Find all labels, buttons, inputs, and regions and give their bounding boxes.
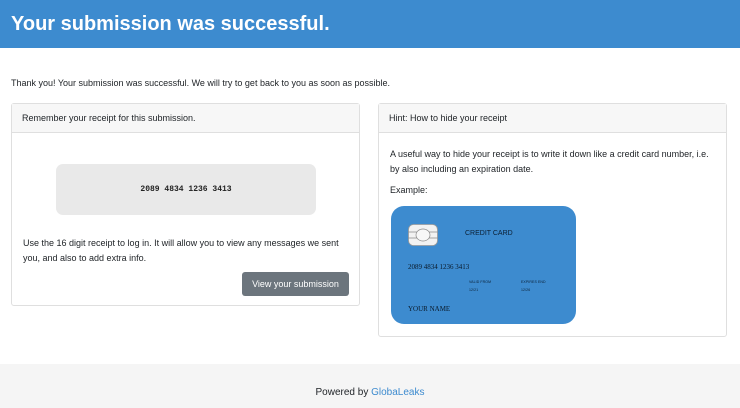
hint-text: A useful way to hide your receipt is to … (390, 149, 709, 174)
receipt-description: Use the 16 digit receipt to log in. It w… (23, 238, 339, 263)
view-submission-button[interactable]: View your submission (242, 272, 349, 296)
globaleaks-link[interactable]: GlobaLeaks (371, 387, 424, 398)
page-header: Your submission was successful. (0, 0, 740, 48)
footer-prefix: Powered by (315, 387, 372, 398)
intro-message: Thank you! Your submission was successfu… (11, 78, 391, 88)
expires-value: 12/26 (521, 288, 531, 292)
receipt-card-header: Remember your receipt for this submissio… (12, 104, 359, 133)
receipt-code: 2089 4834 1236 3413 (56, 164, 316, 215)
credit-card-number: 2089 4834 1236 3413 (408, 263, 470, 271)
credit-card-name: YOUR NAME (408, 305, 451, 313)
credit-card-title: CREDIT CARD (465, 230, 513, 237)
valid-from-value: 12/21 (469, 288, 479, 292)
expires-label: EXPIRES END (521, 280, 546, 284)
hint-card-header: Hint: How to hide your receipt (379, 104, 726, 133)
valid-from-label: VALID FROM (469, 280, 492, 284)
example-label: Example: (390, 185, 428, 195)
receipt-card: Remember your receipt for this submissio… (11, 103, 360, 306)
chip-icon (408, 224, 438, 246)
hint-card: Hint: How to hide your receipt A useful … (378, 103, 727, 337)
credit-card-example: CREDIT CARD 2089 4834 1236 3413 VALID FR… (391, 206, 576, 324)
page-footer: Powered by GlobaLeaks (0, 364, 740, 408)
page-title: Your submission was successful. (11, 13, 330, 35)
